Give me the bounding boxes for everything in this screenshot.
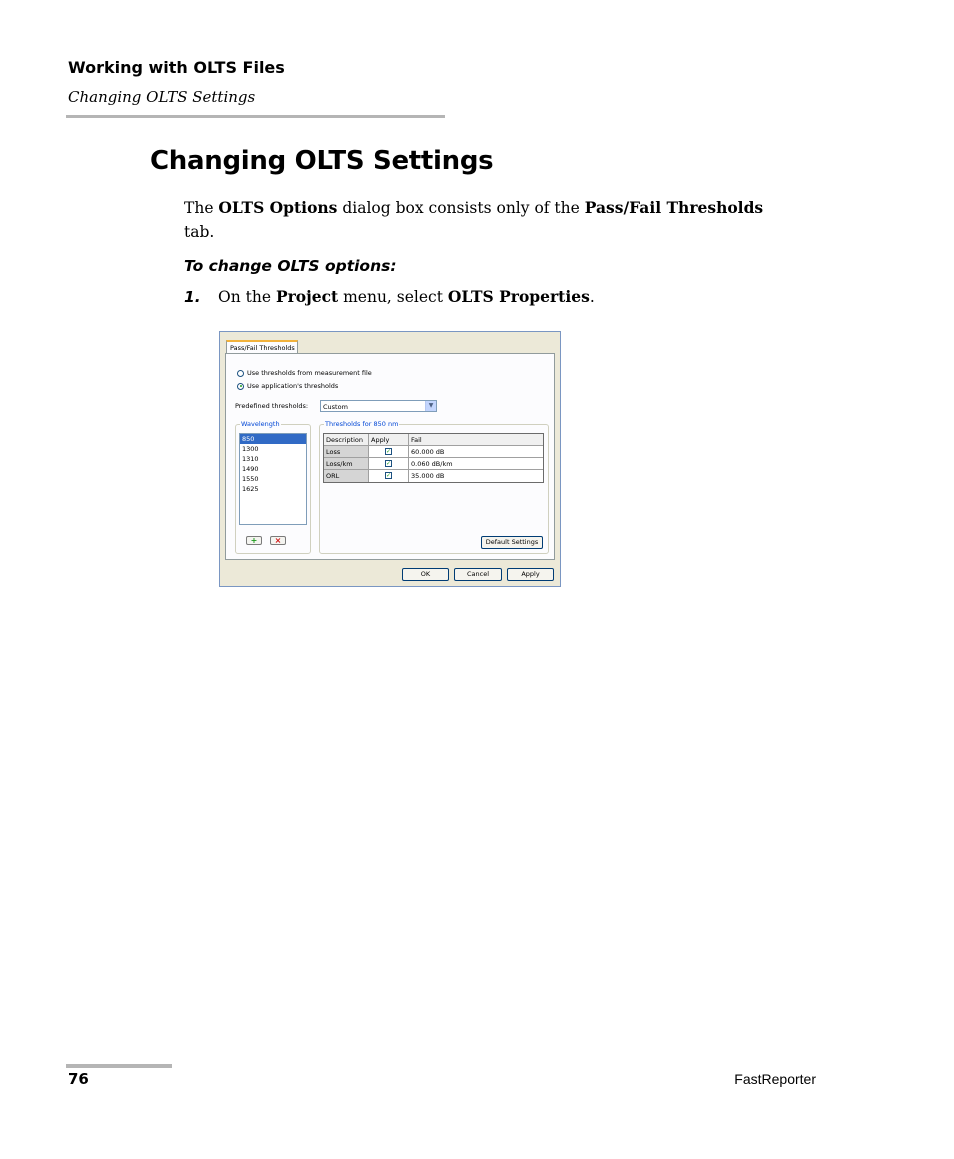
row-fail-value[interactable]: 60.000 dB (409, 446, 543, 457)
radio-indicator-selected (237, 382, 244, 390)
predefined-thresholds-select[interactable]: Custom ▼ (320, 400, 437, 412)
tab-pass-fail-thresholds[interactable]: Pass/Fail Thresholds (226, 340, 298, 353)
table-row: Loss/km ✓ 0.060 dB/km (324, 458, 543, 470)
table-header-row: Description Apply Fail (324, 434, 543, 446)
wavelength-group: Wavelength 850 1300 1310 1490 1550 1625 … (235, 420, 311, 554)
default-settings-button[interactable]: Default Settings (481, 536, 543, 549)
radio-application-thresholds[interactable]: Use application's thresholds (237, 382, 338, 390)
x-icon: × (274, 536, 282, 545)
thresholds-group: Thresholds for 850 nm Description Apply … (319, 420, 549, 554)
header-rule (66, 115, 445, 118)
predefined-thresholds-label: Predefined thresholds: (235, 402, 309, 410)
remove-wavelength-button[interactable]: × (270, 536, 286, 545)
page-number: 76 (68, 1070, 89, 1088)
row-description: Loss (324, 446, 369, 457)
radio-indicator (237, 369, 244, 377)
column-header-fail: Fail (409, 434, 543, 445)
plus-icon: + (250, 536, 258, 545)
thresholds-caption: Thresholds for 850 nm (324, 420, 400, 428)
list-item[interactable]: 1550 (240, 474, 306, 484)
column-header-apply: Apply (369, 434, 409, 445)
row-apply-cell: ✓ (369, 458, 409, 469)
footer-rule (66, 1064, 172, 1068)
wavelength-caption: Wavelength (240, 420, 281, 428)
chevron-down-icon[interactable]: ▼ (425, 401, 436, 411)
radio-label: Use thresholds from measurement file (247, 369, 372, 377)
table-row: ORL ✓ 35.000 dB (324, 470, 543, 482)
wavelength-list[interactable]: 850 1300 1310 1490 1550 1625 (239, 433, 307, 525)
list-item[interactable]: 1300 (240, 444, 306, 454)
ok-button[interactable]: OK (402, 568, 449, 581)
page-title: Changing OLTS Settings (150, 146, 494, 176)
list-item[interactable]: 1625 (240, 484, 306, 494)
intro-paragraph: The OLTS Options dialog box consists onl… (184, 198, 764, 241)
footer-product-name: FastReporter (734, 1071, 816, 1087)
select-value: Custom (323, 403, 348, 411)
list-item[interactable]: 850 (240, 434, 306, 444)
apply-button[interactable]: Apply (507, 568, 554, 581)
row-fail-value[interactable]: 0.060 dB/km (409, 458, 543, 469)
row-apply-cell: ✓ (369, 446, 409, 457)
step-1: 1. On the Project menu, select OLTS Prope… (184, 287, 595, 306)
apply-checkbox[interactable]: ✓ (385, 460, 392, 467)
row-apply-cell: ✓ (369, 470, 409, 482)
table-row: Loss ✓ 60.000 dB (324, 446, 543, 458)
step-number: 1. (184, 288, 201, 306)
header-chapter-title: Working with OLTS Files (68, 58, 285, 77)
list-item[interactable]: 1310 (240, 454, 306, 464)
row-description: ORL (324, 470, 369, 482)
apply-checkbox[interactable]: ✓ (385, 448, 392, 455)
cancel-button[interactable]: Cancel (454, 568, 502, 581)
radio-measurement-thresholds[interactable]: Use thresholds from measurement file (237, 369, 372, 377)
procedure-title: To change OLTS options: (184, 257, 397, 275)
column-header-description: Description (324, 434, 369, 445)
row-description: Loss/km (324, 458, 369, 469)
radio-label: Use application's thresholds (247, 382, 339, 390)
add-wavelength-button[interactable]: + (246, 536, 262, 545)
apply-checkbox[interactable]: ✓ (385, 472, 392, 479)
olts-options-dialog: Pass/Fail Thresholds Use thresholds from… (219, 331, 561, 587)
list-item[interactable]: 1490 (240, 464, 306, 474)
tab-panel: Use thresholds from measurement file Use… (225, 353, 555, 560)
header-section-title: Changing OLTS Settings (68, 88, 256, 106)
row-fail-value[interactable]: 35.000 dB (409, 470, 543, 482)
thresholds-table: Description Apply Fail Loss ✓ 60.000 dB … (323, 433, 544, 483)
